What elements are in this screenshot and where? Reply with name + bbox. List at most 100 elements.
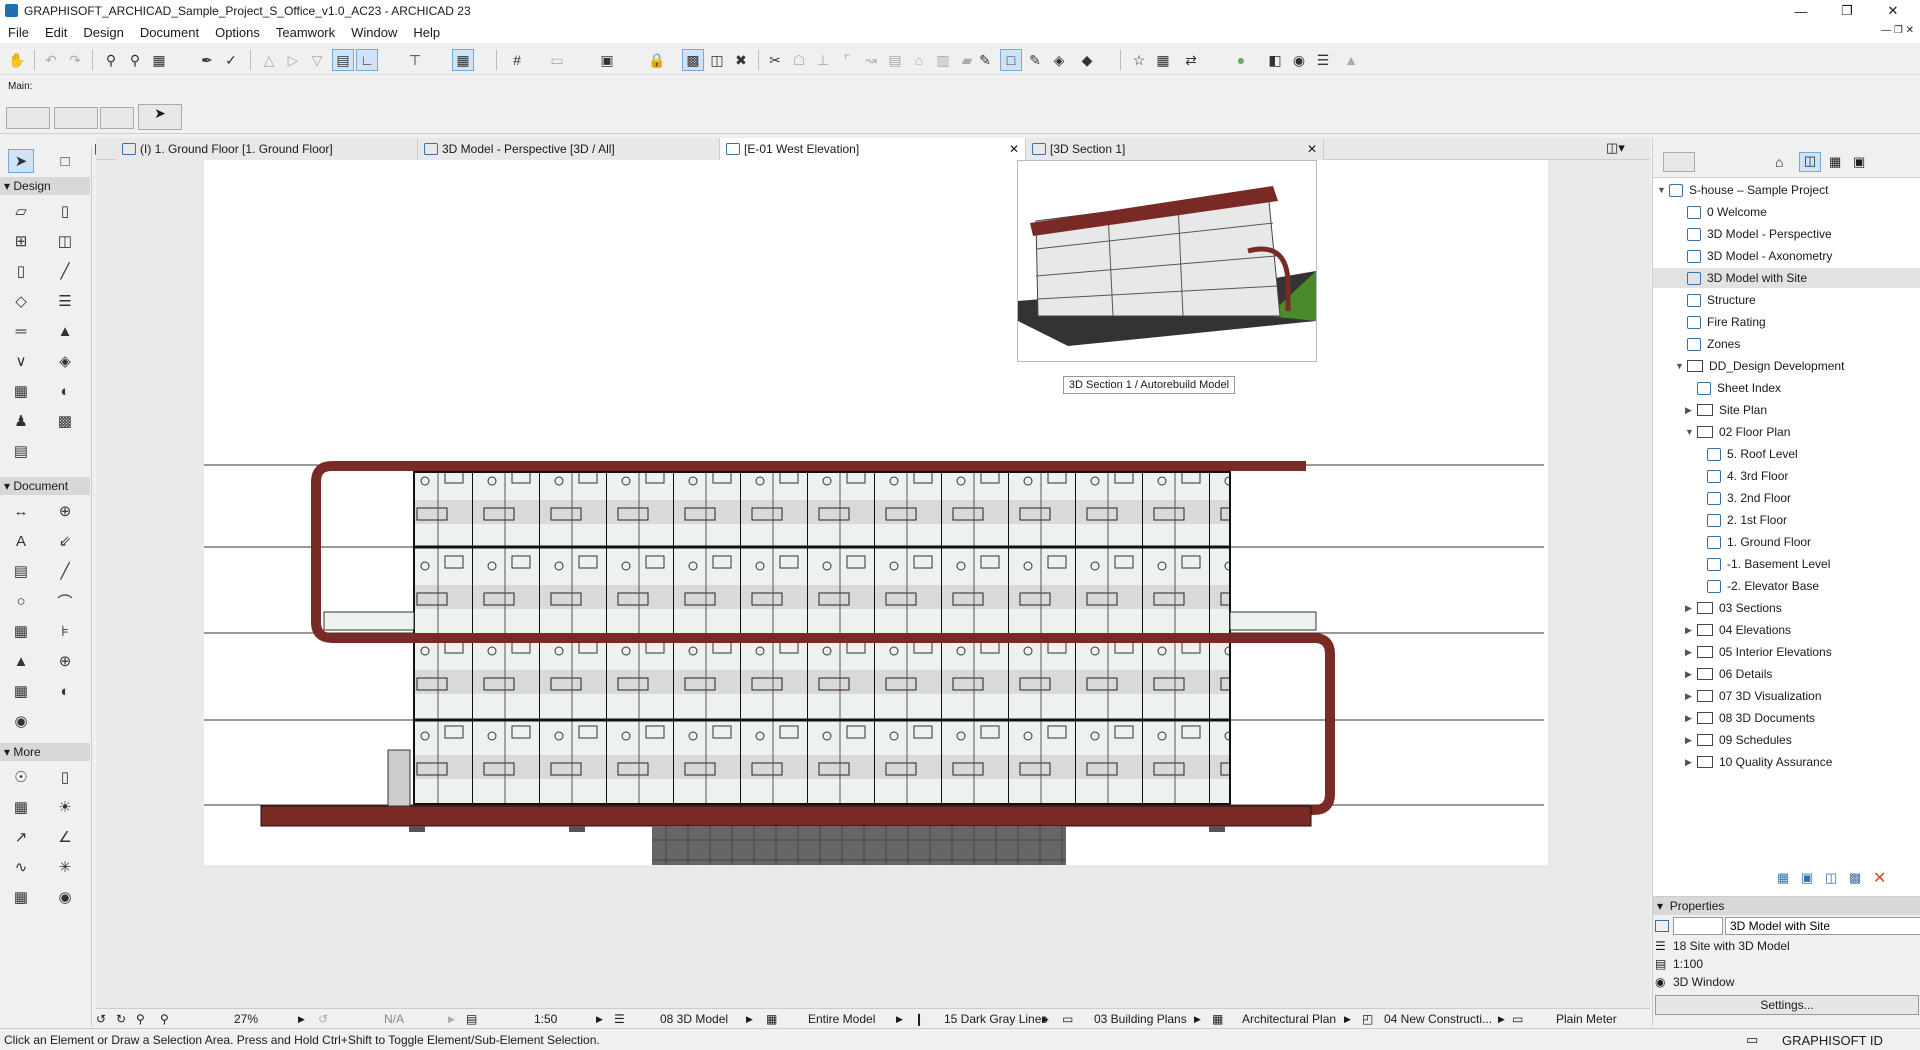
menu-file[interactable]: File (0, 25, 37, 40)
chevron-right-icon[interactable]: ▶ (1685, 625, 1697, 636)
selection-method-control[interactable] (6, 107, 50, 129)
publisher-icon[interactable]: ▣ (1853, 154, 1865, 170)
dimension-tool-icon[interactable]: ↔ (8, 499, 34, 523)
layer-combination-row[interactable]: ☰ 18 Site with 3D Model (1655, 937, 1790, 955)
layer-combo-value[interactable]: 08 3D Model (660, 1011, 728, 1027)
tab-menu-icon[interactable]: ◫▾ (1606, 140, 1625, 156)
chevron-right-icon[interactable]: ▶ (1685, 691, 1697, 702)
zone-tool-icon[interactable]: ◐ (52, 379, 78, 403)
redo-icon[interactable]: ↷ (64, 49, 86, 71)
change-tool-icon[interactable]: ◐ (52, 679, 78, 703)
column-tool-icon[interactable]: ▯ (8, 259, 34, 283)
chevron-right-icon[interactable]: ▶ (1685, 647, 1697, 658)
tab-ground-floor[interactable]: (I) 1. Ground Floor [1. Ground Floor] (116, 138, 418, 160)
lamp-tool-icon[interactable]: ▩ (52, 409, 78, 433)
minimize-button[interactable]: — (1778, 0, 1824, 22)
properties-header[interactable]: ▾ Properties (1653, 897, 1920, 915)
eyedropper-icon[interactable]: ✒ (196, 49, 218, 71)
fillet-icon[interactable]: ⌜ (836, 49, 858, 71)
globe-icon[interactable]: ● (1230, 49, 1252, 71)
navigator-item[interactable]: ▶ 06 Details (1653, 664, 1920, 684)
intersect-icon[interactable]: ⊥ (812, 49, 834, 71)
light-tool-icon[interactable]: ☀ (52, 795, 78, 819)
line-tool-icon[interactable]: ╱ (52, 559, 78, 583)
close-tab-icon[interactable]: ✕ (1009, 142, 1019, 156)
arrow-tool-control[interactable]: ➤ (138, 104, 182, 130)
dimension-arrow-icon[interactable]: ▶ (1344, 1011, 1351, 1027)
chevron-right-icon[interactable]: ▶ (1685, 669, 1697, 680)
navigator-item[interactable]: ▶ 04 Elevations (1653, 620, 1920, 640)
surface-icon[interactable]: ▭ (546, 49, 568, 71)
navigator-item[interactable]: Zones (1653, 334, 1920, 354)
navigator-mode-button[interactable] (1663, 152, 1695, 172)
menu-help[interactable]: Help (405, 25, 448, 40)
navigator-item[interactable]: Structure (1653, 290, 1920, 310)
navigator-item[interactable]: 0 Welcome (1653, 202, 1920, 222)
doc-window-controls[interactable]: — ❐ ✕ (1881, 25, 1914, 36)
navigator-item[interactable]: 3D Model with Site (1653, 268, 1920, 288)
pen-set-value[interactable]: 15 Dark Gray Lines (944, 1011, 1047, 1027)
mvo-value[interactable]: 03 Building Plans (1094, 1011, 1187, 1027)
elevation-drawing[interactable] (204, 160, 1548, 865)
scale-arrow-icon[interactable]: ▶ (596, 1011, 603, 1027)
toolbox-section-more[interactable]: ▾ More (0, 743, 90, 761)
layout-book-icon[interactable]: ▦ (1829, 154, 1841, 170)
explode-icon[interactable]: ✖ (730, 49, 752, 71)
rotate-control[interactable] (100, 107, 134, 129)
navigator-item[interactable]: ▶ 07 3D Visualization (1653, 686, 1920, 706)
menu-document[interactable]: Document (132, 25, 207, 40)
navigator-item[interactable]: 1. Ground Floor (1653, 532, 1920, 552)
3d-section-preview[interactable] (1017, 160, 1317, 362)
lock-icon[interactable]: 🔒 (646, 49, 668, 71)
snap-icon[interactable]: ▦ (452, 49, 474, 71)
bim-icon[interactable]: ▲ (1340, 49, 1362, 71)
tab-3d-section[interactable]: [3D Section 1] ✕ (1026, 138, 1324, 160)
detail-tool-icon[interactable]: ⊕ (52, 649, 78, 673)
settings-button[interactable]: Settings... (1655, 995, 1919, 1015)
layers-icon[interactable]: ▦ (148, 49, 170, 71)
figure-tool-icon[interactable]: ▦ (8, 885, 34, 909)
group-icon[interactable]: ▣ (596, 49, 618, 71)
fill-tool-icon[interactable]: ▤ (8, 559, 34, 583)
drawing-tool-icon[interactable]: ▦ (8, 619, 34, 643)
pen-set-arrow-icon[interactable]: ▶ (1042, 1011, 1049, 1027)
view-name-field[interactable] (1725, 917, 1920, 935)
renovation-value[interactable]: 04 New Constructi... (1384, 1011, 1492, 1027)
arrow-right-icon[interactable]: ▷ (282, 49, 304, 71)
redo-zoom-icon[interactable]: ↻ (116, 1011, 126, 1027)
circle-tool-icon[interactable]: ○ (8, 589, 34, 613)
tab-west-elevation[interactable]: [E-01 West Elevation] ✕ (720, 138, 1026, 160)
graphisoft-id-link[interactable]: GRAPHISOFT ID (1782, 1033, 1883, 1048)
chevron-right-icon[interactable]: ▶ (1685, 405, 1697, 416)
chevron-right-icon[interactable]: ▶ (1685, 735, 1697, 746)
elevation-tool-icon[interactable]: ▲ (8, 649, 34, 673)
zoom-value[interactable]: 27% (234, 1011, 258, 1027)
trim-icon[interactable]: ▥ (932, 49, 954, 71)
tab-3d-perspective[interactable]: 3D Model - Perspective [3D / All] (418, 138, 720, 160)
project-map-icon[interactable]: ⌂ (1775, 154, 1783, 170)
arrow-up-icon[interactable]: △ (258, 49, 280, 71)
model-view-arrow-icon[interactable]: ▶ (896, 1011, 903, 1027)
polyline-tool-icon[interactable]: ⌒ (52, 589, 78, 613)
wall-end-tool-icon[interactable]: ▯ (52, 765, 78, 789)
railing-tool-icon[interactable]: ═ (8, 319, 34, 343)
chevron-down-icon[interactable]: ▼ (1675, 361, 1687, 371)
split-icon[interactable]: ✂ (764, 49, 786, 71)
pan-icon[interactable]: ✋ (6, 49, 28, 71)
image-icon[interactable]: ▦ (1152, 49, 1174, 71)
morph-tool-icon[interactable]: ◈ (52, 349, 78, 373)
teamwork-icon[interactable]: ◧ (1264, 49, 1286, 71)
clone-folder-icon[interactable]: ▦ (1777, 870, 1789, 886)
chevron-down-icon[interactable]: ▼ (1685, 427, 1697, 437)
navigator-item[interactable]: ▶ 09 Schedules (1653, 730, 1920, 750)
camera-icon[interactable]: ◉ (1288, 49, 1310, 71)
undo-zoom-icon[interactable]: ↺ (96, 1011, 106, 1027)
navigator-item[interactable]: 5. Roof Level (1653, 444, 1920, 464)
resize-icon[interactable]: ▤ (884, 49, 906, 71)
door-tool-icon[interactable]: ▯ (52, 199, 78, 223)
stair-tool-icon[interactable]: ☰ (52, 289, 78, 313)
publish-icon[interactable]: ⇄ (1180, 49, 1202, 71)
camera-tool-icon[interactable]: ◉ (52, 885, 78, 909)
navigator-item[interactable]: 2. 1st Floor (1653, 510, 1920, 530)
view-id-field[interactable] (1673, 917, 1723, 935)
